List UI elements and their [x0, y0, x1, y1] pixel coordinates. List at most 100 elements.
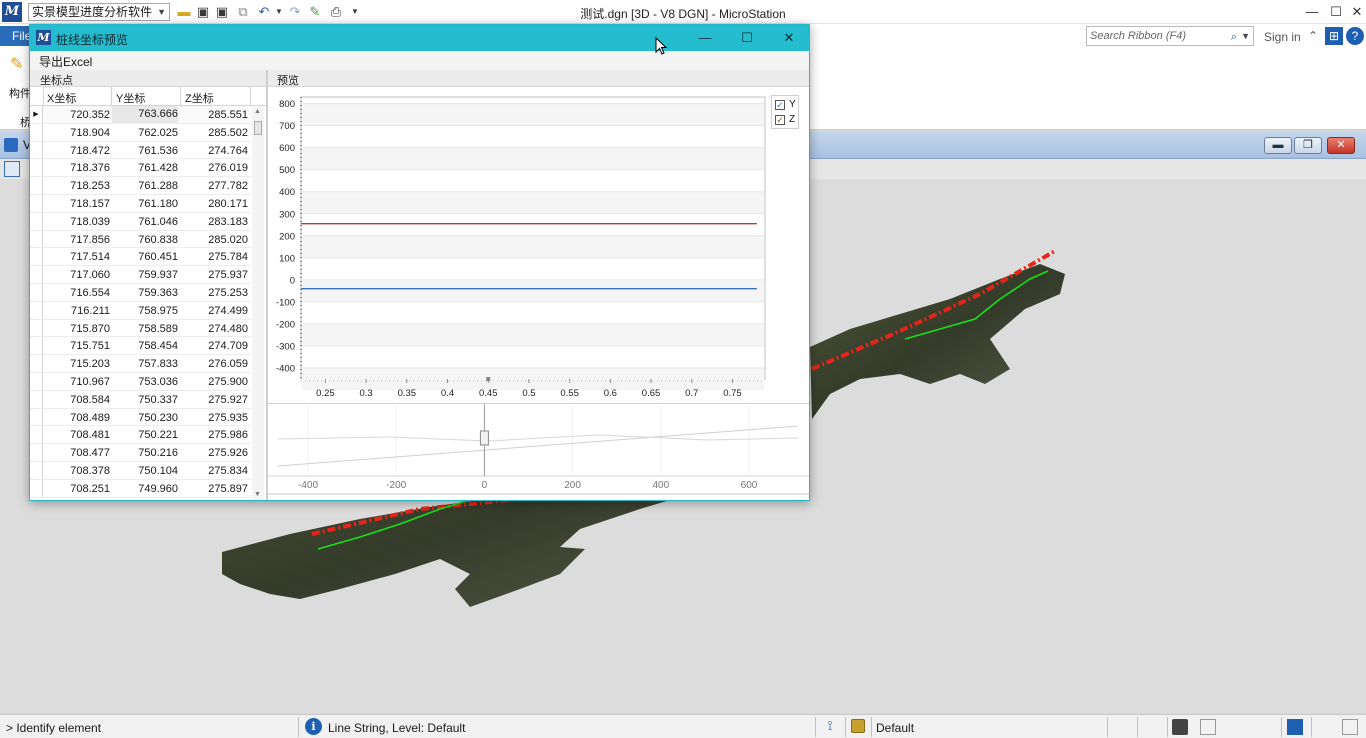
row-header[interactable]: [30, 141, 43, 159]
cell-y[interactable]: 760.838: [112, 234, 178, 246]
sign-in-link[interactable]: Sign in: [1264, 30, 1301, 44]
dialog-close-button[interactable]: ✕: [772, 27, 806, 49]
cell-z[interactable]: 275.834: [181, 465, 248, 477]
search-icon[interactable]: ⌕: [1231, 28, 1237, 46]
cell-y[interactable]: 750.104: [112, 465, 178, 477]
cell-x[interactable]: 718.039: [44, 216, 110, 228]
table-row[interactable]: 718.039 761.046 283.183: [30, 212, 251, 231]
cell-z[interactable]: 275.784: [181, 251, 248, 263]
table-row[interactable]: 715.751 758.454 274.709: [30, 337, 251, 356]
table-row[interactable]: 708.481 750.221 275.986: [30, 426, 251, 445]
cell-x[interactable]: 708.251: [44, 483, 110, 495]
cell-x[interactable]: 708.477: [44, 447, 110, 459]
active-level[interactable]: Default: [876, 721, 914, 735]
cell-z[interactable]: 280.171: [181, 198, 248, 210]
cell-z[interactable]: 275.986: [181, 429, 248, 441]
row-header[interactable]: [30, 319, 43, 337]
cell-z[interactable]: 285.502: [181, 127, 248, 139]
cell-x[interactable]: 715.203: [44, 358, 110, 370]
cell-z[interactable]: 275.900: [181, 376, 248, 388]
view-close-button[interactable]: ✕: [1327, 137, 1355, 154]
row-header[interactable]: [30, 408, 43, 426]
cell-y[interactable]: 761.288: [112, 180, 178, 192]
table-row[interactable]: ▶ 720.352 763.666 285.551: [30, 106, 251, 124]
cell-z[interactable]: 275.897: [181, 483, 248, 495]
info-icon[interactable]: i: [305, 718, 322, 735]
cell-x[interactable]: 708.489: [44, 412, 110, 424]
row-header[interactable]: [30, 355, 43, 372]
cell-y[interactable]: 759.363: [112, 287, 178, 299]
cell-y[interactable]: 750.216: [112, 447, 178, 459]
cell-x[interactable]: 718.472: [44, 145, 110, 157]
cell-x[interactable]: 717.514: [44, 251, 110, 263]
cell-x[interactable]: 708.378: [44, 465, 110, 477]
table-row[interactable]: 718.253 761.288 277.782: [30, 177, 251, 195]
grid-scrollbar[interactable]: ▲ ▼: [252, 106, 264, 500]
cell-x[interactable]: 708.481: [44, 429, 110, 441]
cell-y[interactable]: 753.036: [112, 376, 178, 388]
table-row[interactable]: 717.514 760.451 275.784: [30, 248, 251, 267]
cell-x[interactable]: 718.253: [44, 180, 110, 192]
row-header[interactable]: [30, 123, 43, 141]
collapse-ribbon-icon[interactable]: ⌃: [1304, 27, 1322, 45]
coordinates-grid[interactable]: X坐标 Y坐标 Z坐标 ▶ 720.352 763.666 285.551 718.90…: [30, 87, 266, 500]
minimize-button[interactable]: —: [1302, 2, 1322, 22]
view-restore-button[interactable]: ❐: [1294, 137, 1322, 154]
cell-x[interactable]: 718.157: [44, 198, 110, 210]
cell-x[interactable]: 710.967: [44, 376, 110, 388]
cell-z[interactable]: 275.937: [181, 269, 248, 281]
cell-y[interactable]: 749.960: [112, 483, 178, 495]
cell-x[interactable]: 717.060: [44, 269, 110, 281]
cell-y[interactable]: 758.589: [112, 323, 178, 335]
cell-x[interactable]: 717.856: [44, 234, 110, 246]
cell-z[interactable]: 283.183: [181, 216, 248, 228]
table-row[interactable]: 708.251 749.960 275.897: [30, 479, 251, 498]
checkbox-icon[interactable]: ✓: [775, 100, 785, 110]
save-status-icon[interactable]: [1172, 719, 1188, 735]
build-tool-icon[interactable]: ✎: [10, 54, 23, 74]
table-row[interactable]: 716.554 759.363 275.253: [30, 284, 251, 302]
row-header[interactable]: [30, 337, 43, 355]
row-header[interactable]: [30, 284, 43, 301]
connect-icon[interactable]: ⊞: [1325, 27, 1343, 45]
row-header[interactable]: [30, 159, 43, 177]
table-row[interactable]: 718.376 761.428 276.019: [30, 159, 251, 178]
cell-z[interactable]: 275.927: [181, 394, 248, 406]
design-history-icon[interactable]: [1200, 719, 1216, 735]
dialog-maximize-button[interactable]: ☐: [730, 27, 764, 49]
table-row[interactable]: 718.904 762.025 285.502: [30, 123, 251, 142]
table-row[interactable]: 716.211 758.975 274.499: [30, 301, 251, 320]
scrollbar-thumb[interactable]: [254, 121, 262, 135]
cell-y[interactable]: 761.536: [112, 145, 178, 157]
table-row[interactable]: 708.584 750.337 275.927: [30, 390, 251, 409]
row-header[interactable]: [30, 177, 43, 194]
cell-z[interactable]: 274.499: [181, 305, 248, 317]
cell-y[interactable]: 758.975: [112, 305, 178, 317]
cell-x[interactable]: 716.211: [44, 305, 110, 317]
column-header-z[interactable]: Z坐标: [185, 90, 214, 106]
row-header[interactable]: ▶: [30, 106, 43, 123]
row-header[interactable]: [30, 266, 43, 283]
cell-y[interactable]: 760.451: [112, 251, 178, 263]
maximize-button[interactable]: ☐: [1326, 2, 1346, 22]
row-header[interactable]: [30, 248, 43, 266]
cell-z[interactable]: 285.551: [181, 109, 248, 121]
row-header[interactable]: [30, 444, 43, 461]
row-header[interactable]: [30, 462, 43, 479]
cell-z[interactable]: 277.782: [181, 180, 248, 192]
cell-x[interactable]: 715.870: [44, 323, 110, 335]
table-row[interactable]: 717.856 760.838 285.020: [30, 230, 251, 249]
cell-y[interactable]: 761.046: [112, 216, 178, 228]
cell-z[interactable]: 276.059: [181, 358, 248, 370]
cell-z[interactable]: 276.019: [181, 162, 248, 174]
cell-y[interactable]: 758.454: [112, 340, 178, 352]
scroll-down-icon[interactable]: ▼: [254, 491, 261, 498]
checkbox-icon[interactable]: ✓: [775, 115, 785, 125]
table-row[interactable]: 708.489 750.230 275.935: [30, 408, 251, 427]
cell-y[interactable]: 757.833: [112, 358, 178, 370]
row-header[interactable]: [30, 390, 43, 408]
cell-z[interactable]: 274.709: [181, 340, 248, 352]
row-header[interactable]: [30, 212, 43, 230]
row-header[interactable]: [30, 373, 43, 390]
table-row[interactable]: 708.477 750.216 275.926: [30, 444, 251, 462]
